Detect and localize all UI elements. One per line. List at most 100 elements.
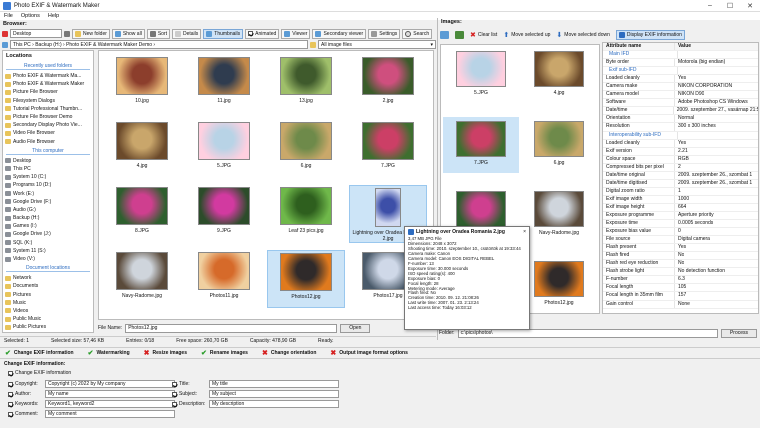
- thumbnail-image[interactable]: [362, 57, 414, 95]
- image-list-thumbnail[interactable]: [456, 121, 506, 157]
- favorite-icon[interactable]: [2, 30, 8, 37]
- image-list-item[interactable]: 4.jpg: [521, 47, 597, 103]
- thumbnail-item[interactable]: 10.jpg: [103, 55, 181, 113]
- task-item[interactable]: ✖ Change orientation: [262, 349, 316, 357]
- new-folder-button[interactable]: New folder: [72, 28, 110, 39]
- location-item[interactable]: SQL (K:): [3, 239, 93, 247]
- exif-field-checkbox[interactable]: [172, 381, 177, 387]
- thumbnail-item[interactable]: Leaf 23 pics.jpg: [267, 185, 345, 243]
- thumbnail-image[interactable]: [198, 187, 250, 225]
- thumbnail-image[interactable]: [375, 188, 401, 227]
- task-item[interactable]: ✔ Change EXIF information: [5, 349, 74, 357]
- thumbnail-image[interactable]: [116, 57, 168, 95]
- thumbnail-image[interactable]: [280, 253, 332, 291]
- location-item[interactable]: Google Drive (J:): [3, 230, 93, 238]
- image-list-thumbnail[interactable]: [534, 121, 584, 157]
- image-list-item[interactable]: 5.JPG: [443, 47, 519, 103]
- location-item[interactable]: Public Music: [3, 315, 93, 323]
- thumbnail-image[interactable]: [280, 122, 332, 160]
- close-icon[interactable]: ✕: [740, 2, 760, 10]
- exif-field-input[interactable]: My description: [209, 400, 339, 408]
- thumbnail-item[interactable]: 9.JPG: [185, 185, 263, 243]
- thumbnail-item[interactable]: 4.jpg: [103, 120, 181, 178]
- maximize-icon[interactable]: ☐: [720, 2, 740, 10]
- exif-field-input[interactable]: My subject: [209, 390, 339, 398]
- thumbnail-item[interactable]: 2.jpg: [349, 55, 427, 113]
- location-item[interactable]: System 10 (C:): [3, 173, 93, 181]
- back-icon[interactable]: [2, 41, 8, 48]
- thumbnail-image[interactable]: [198, 252, 250, 290]
- minimize-icon[interactable]: –: [700, 2, 720, 10]
- thumbnail-item[interactable]: 6.jpg: [267, 120, 345, 178]
- show-all-button[interactable]: Show all: [111, 28, 145, 39]
- display-exif-button[interactable]: Display EXIF information: [615, 30, 685, 40]
- location-item[interactable]: Music: [3, 299, 93, 307]
- animated-button[interactable]: Animated: [245, 28, 280, 39]
- thumbnail-item[interactable]: 8.JPG: [103, 185, 181, 243]
- change-exif-checkbox[interactable]: [8, 370, 13, 376]
- location-item[interactable]: Video (V:): [3, 255, 93, 263]
- location-item[interactable]: Network: [3, 274, 93, 282]
- thumbnail-item[interactable]: Photos12.jpg: [267, 250, 345, 308]
- exif-field-checkbox[interactable]: [8, 381, 13, 387]
- thumbnail-item[interactable]: Navy-Radome.jpg: [103, 250, 181, 308]
- location-item[interactable]: Videos: [3, 307, 93, 315]
- thumbnail-image[interactable]: [280, 57, 332, 95]
- animated-checkbox[interactable]: [248, 31, 254, 36]
- thumbnail-image[interactable]: [198, 122, 250, 160]
- viewer-button[interactable]: Viewer: [281, 28, 311, 39]
- location-item[interactable]: Desktop: [3, 157, 93, 165]
- secondary-viewer-button[interactable]: Secondary viewer: [312, 28, 367, 39]
- image-list-item[interactable]: Navy-Radome.jpg: [521, 187, 597, 243]
- thumbnail-image[interactable]: [116, 252, 168, 290]
- location-item[interactable]: Picture File Browser: [3, 88, 93, 96]
- image-list-thumbnail[interactable]: [534, 51, 584, 87]
- image-list-thumbnail[interactable]: [456, 191, 506, 227]
- up-icon[interactable]: [64, 30, 70, 37]
- picture-icon[interactable]: [455, 31, 464, 39]
- location-item[interactable]: System 11 (S:): [3, 247, 93, 255]
- exif-field-checkbox[interactable]: [172, 391, 177, 397]
- task-item[interactable]: ✔ Rename images: [201, 349, 248, 357]
- settings-button[interactable]: Settings: [368, 28, 401, 39]
- location-item[interactable]: Games (I:): [3, 222, 93, 230]
- location-item[interactable]: Video File Browser: [3, 129, 93, 137]
- location-item[interactable]: Secondary Display Photo Vie...: [3, 121, 93, 129]
- menu-options[interactable]: Options: [17, 13, 44, 19]
- location-item[interactable]: Public Pictures: [3, 323, 93, 331]
- location-item[interactable]: Picture File Browser Demo: [3, 113, 93, 121]
- task-item[interactable]: ✔ Watermarking: [88, 349, 130, 357]
- thumbnail-image[interactable]: [362, 122, 414, 160]
- thumbnails-view-icon[interactable]: [440, 31, 449, 39]
- task-item[interactable]: ✖ Output image format options: [330, 349, 407, 357]
- thumbnail-item[interactable]: 5.JPG: [185, 120, 263, 178]
- breadcrumb[interactable]: This PC › Backup (H:) › Photo EXIF & Wat…: [10, 40, 308, 49]
- location-item[interactable]: This PC: [3, 165, 93, 173]
- location-item[interactable]: Filesystem Dialogs: [3, 97, 93, 105]
- image-list-thumbnail[interactable]: [456, 51, 506, 87]
- exif-field-checkbox[interactable]: [8, 401, 13, 407]
- location-item[interactable]: Photo EXIF & Watermark Ma...: [3, 72, 93, 80]
- tooltip-close-icon[interactable]: ×: [523, 229, 526, 235]
- thumbnail-item[interactable]: Photos11.jpg: [185, 250, 263, 308]
- location-item[interactable]: Documents: [3, 282, 93, 290]
- image-list-thumbnail[interactable]: [534, 261, 584, 297]
- exif-field-checkbox[interactable]: [8, 411, 13, 417]
- sort-button[interactable]: Sort: [146, 28, 170, 39]
- process-button[interactable]: Process: [720, 328, 757, 338]
- change-exif-enable[interactable]: Change EXIF information: [8, 370, 71, 376]
- thumbnails-button[interactable]: Thumbnails: [203, 28, 244, 39]
- exif-field-input[interactable]: Keyword1, keyword2: [45, 400, 175, 408]
- image-list-item[interactable]: Photos12.jpg: [521, 257, 597, 313]
- file-name-input[interactable]: Photos12.jpg: [125, 323, 338, 333]
- menu-help[interactable]: Help: [44, 13, 63, 19]
- image-list-item[interactable]: 7.JPG: [443, 117, 519, 173]
- thumbnail-image[interactable]: [198, 57, 250, 95]
- location-item[interactable]: Audio File Browser: [3, 138, 93, 146]
- thumbnail-image[interactable]: [116, 187, 168, 225]
- location-item[interactable]: Photo EXIF & Watermark Maker: [3, 80, 93, 88]
- open-button[interactable]: Open: [340, 323, 371, 333]
- thumbnail-item[interactable]: 11.jpg: [185, 55, 263, 113]
- location-item[interactable]: Work (E:): [3, 189, 93, 197]
- location-item[interactable]: Google Drive (F:): [3, 198, 93, 206]
